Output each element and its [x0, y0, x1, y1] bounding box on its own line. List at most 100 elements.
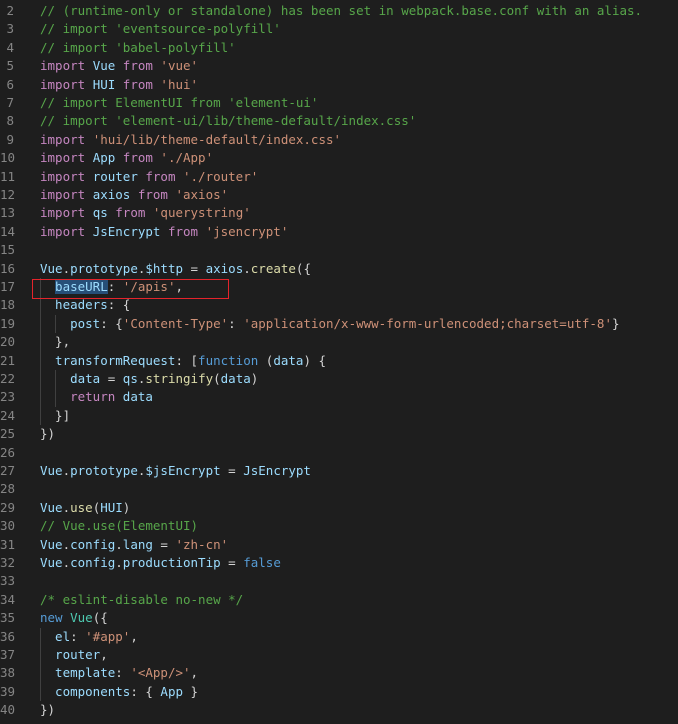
code-token: JsEncrypt	[243, 463, 311, 478]
code-token: ,	[100, 647, 108, 662]
code-line[interactable]: 38 template: '<App/>',	[0, 664, 678, 683]
code-line[interactable]: 17 baseURL: '/apis',	[0, 278, 678, 297]
code-token: .	[62, 555, 71, 570]
code-token: 'axios'	[175, 187, 229, 202]
code-text: Vue.prototype.$http = axios.create({	[40, 260, 311, 278]
code-line[interactable]: 15	[0, 241, 678, 259]
line-number: 38	[0, 665, 16, 681]
code-token: qs	[92, 205, 108, 221]
code-line[interactable]: 24}]	[0, 406, 678, 426]
code-token: prototype	[70, 260, 138, 276]
code-line[interactable]: 22 data = qs.stringify(data)	[0, 370, 678, 389]
code-line[interactable]: 23 return data	[0, 388, 678, 407]
code-token: axios	[205, 260, 244, 276]
code-token: : [	[175, 352, 199, 368]
code-token: import	[40, 76, 86, 92]
code-token: .	[62, 536, 71, 552]
code-token: 'application/x-www-form-urlencoded;chars…	[243, 315, 612, 331]
code-token: productionTip	[122, 555, 221, 570]
code-token: lang	[122, 536, 153, 552]
code-line[interactable]: 35 new Vue({	[0, 609, 678, 627]
code-line[interactable]: 21 transformRequest: [function (data) {	[0, 351, 678, 370]
code-token: ({	[92, 610, 108, 626]
code-token: from	[115, 58, 161, 74]
code-token: : {	[107, 297, 131, 313]
code-token: HUI	[100, 499, 123, 515]
code-token: =	[152, 536, 176, 552]
code-line[interactable]: 11 import router from './router'	[0, 168, 678, 186]
code-line[interactable]: 10 import App from './App'	[0, 149, 678, 167]
code-editor[interactable]: 2 // (runtime-only or standalone) has bee…	[0, 0, 678, 724]
code-token: el	[55, 628, 71, 644]
code-line[interactable]: 4 // import 'babel-polyfill'	[0, 39, 678, 57]
code-line[interactable]: 34 /* eslint-disable no-new */	[0, 591, 678, 609]
code-token: App	[160, 683, 183, 699]
code-text: el: '#app',	[55, 628, 138, 646]
code-line[interactable]: 18 headers: {	[0, 296, 678, 315]
code-token: Vue	[40, 260, 63, 276]
code-token: './router'	[183, 168, 259, 184]
code-line[interactable]: 37 router,	[0, 646, 678, 665]
code-line[interactable]: 8 // import 'element-ui/lib/theme-default…	[0, 112, 678, 130]
code-token: stringify	[145, 371, 214, 386]
code-line[interactable]: 28	[0, 480, 678, 498]
code-token: JsEncrypt	[92, 223, 161, 239]
code-token: }	[183, 683, 199, 699]
line-number: 40	[0, 702, 16, 718]
code-line[interactable]: 6 import HUI from 'hui'	[0, 76, 678, 94]
code-token: data	[220, 371, 251, 386]
line-number: 11	[0, 168, 16, 184]
code-line[interactable]: 5 import Vue from 'vue'	[0, 57, 678, 75]
code-line[interactable]: 32 Vue.config.productionTip = false	[0, 554, 678, 572]
code-token: 'vue'	[160, 58, 199, 74]
code-token: .	[62, 499, 71, 515]
code-token: =	[220, 555, 244, 570]
code-line[interactable]: 19 post: {'Content-Type': 'application/x-…	[0, 314, 678, 334]
code-token: 'hui/lib/theme-default/index.css'	[92, 131, 342, 147]
code-line[interactable]: 36 el: '#app',	[0, 627, 678, 646]
code-token: Vue	[70, 610, 93, 626]
code-token: transformRequest	[55, 352, 176, 368]
line-number: 12	[0, 187, 16, 202]
code-line[interactable]: 39 components: { App }	[0, 682, 678, 702]
code-token: function	[198, 352, 259, 368]
code-line[interactable]: 26	[0, 444, 678, 462]
code-token: router	[92, 168, 138, 184]
line-number: 20	[0, 334, 16, 350]
code-line[interactable]: 25})	[0, 425, 678, 443]
code-line[interactable]: 7 // import ElementUI from 'element-ui'	[0, 94, 678, 112]
code-text: import App from './App'	[40, 149, 213, 167]
code-token: // import ElementUI from 'element-ui'	[40, 95, 319, 110]
code-line[interactable]: 20},	[0, 333, 678, 352]
code-token: ,	[175, 279, 184, 294]
indent-guide	[40, 314, 41, 334]
code-text: // Vue.use(ElementUI)	[40, 517, 198, 535]
code-token: $http	[145, 260, 184, 276]
code-line[interactable]: 9 import 'hui/lib/theme-default/index.css…	[0, 131, 678, 149]
code-line[interactable]: 29 Vue.use(HUI)	[0, 499, 678, 517]
code-token: :	[70, 628, 86, 644]
code-line[interactable]: 30 // Vue.use(ElementUI)	[0, 517, 678, 535]
code-text: })	[40, 425, 55, 443]
code-line[interactable]: 16 Vue.prototype.$http = axios.create({	[0, 260, 678, 278]
code-line[interactable]: 27 Vue.prototype.$jsEncrypt = JsEncrypt	[0, 462, 678, 480]
code-line[interactable]: 2 // (runtime-only or standalone) has bee…	[0, 2, 678, 20]
code-line[interactable]: 40})	[0, 701, 678, 719]
code-token: :	[107, 279, 123, 294]
code-line[interactable]: 3 // import 'eventsource-polyfill'	[0, 20, 678, 38]
code-text: import qs from 'querystring'	[40, 204, 251, 222]
code-line[interactable]: 12 import axios from 'axios'	[0, 186, 678, 204]
code-token: 'Content-Type'	[122, 315, 229, 331]
code-line[interactable]: 14 import JsEncrypt from 'jsencrypt'	[0, 223, 678, 241]
code-text: import router from './router'	[40, 168, 258, 186]
code-line[interactable]: 31 Vue.config.lang = 'zh-cn'	[0, 536, 678, 554]
code-token: import	[40, 168, 86, 184]
code-line[interactable]: 13 import qs from 'querystring'	[0, 204, 678, 222]
code-token: :	[228, 315, 244, 331]
indent-guide	[40, 388, 41, 407]
code-line[interactable]: 33	[0, 572, 678, 590]
